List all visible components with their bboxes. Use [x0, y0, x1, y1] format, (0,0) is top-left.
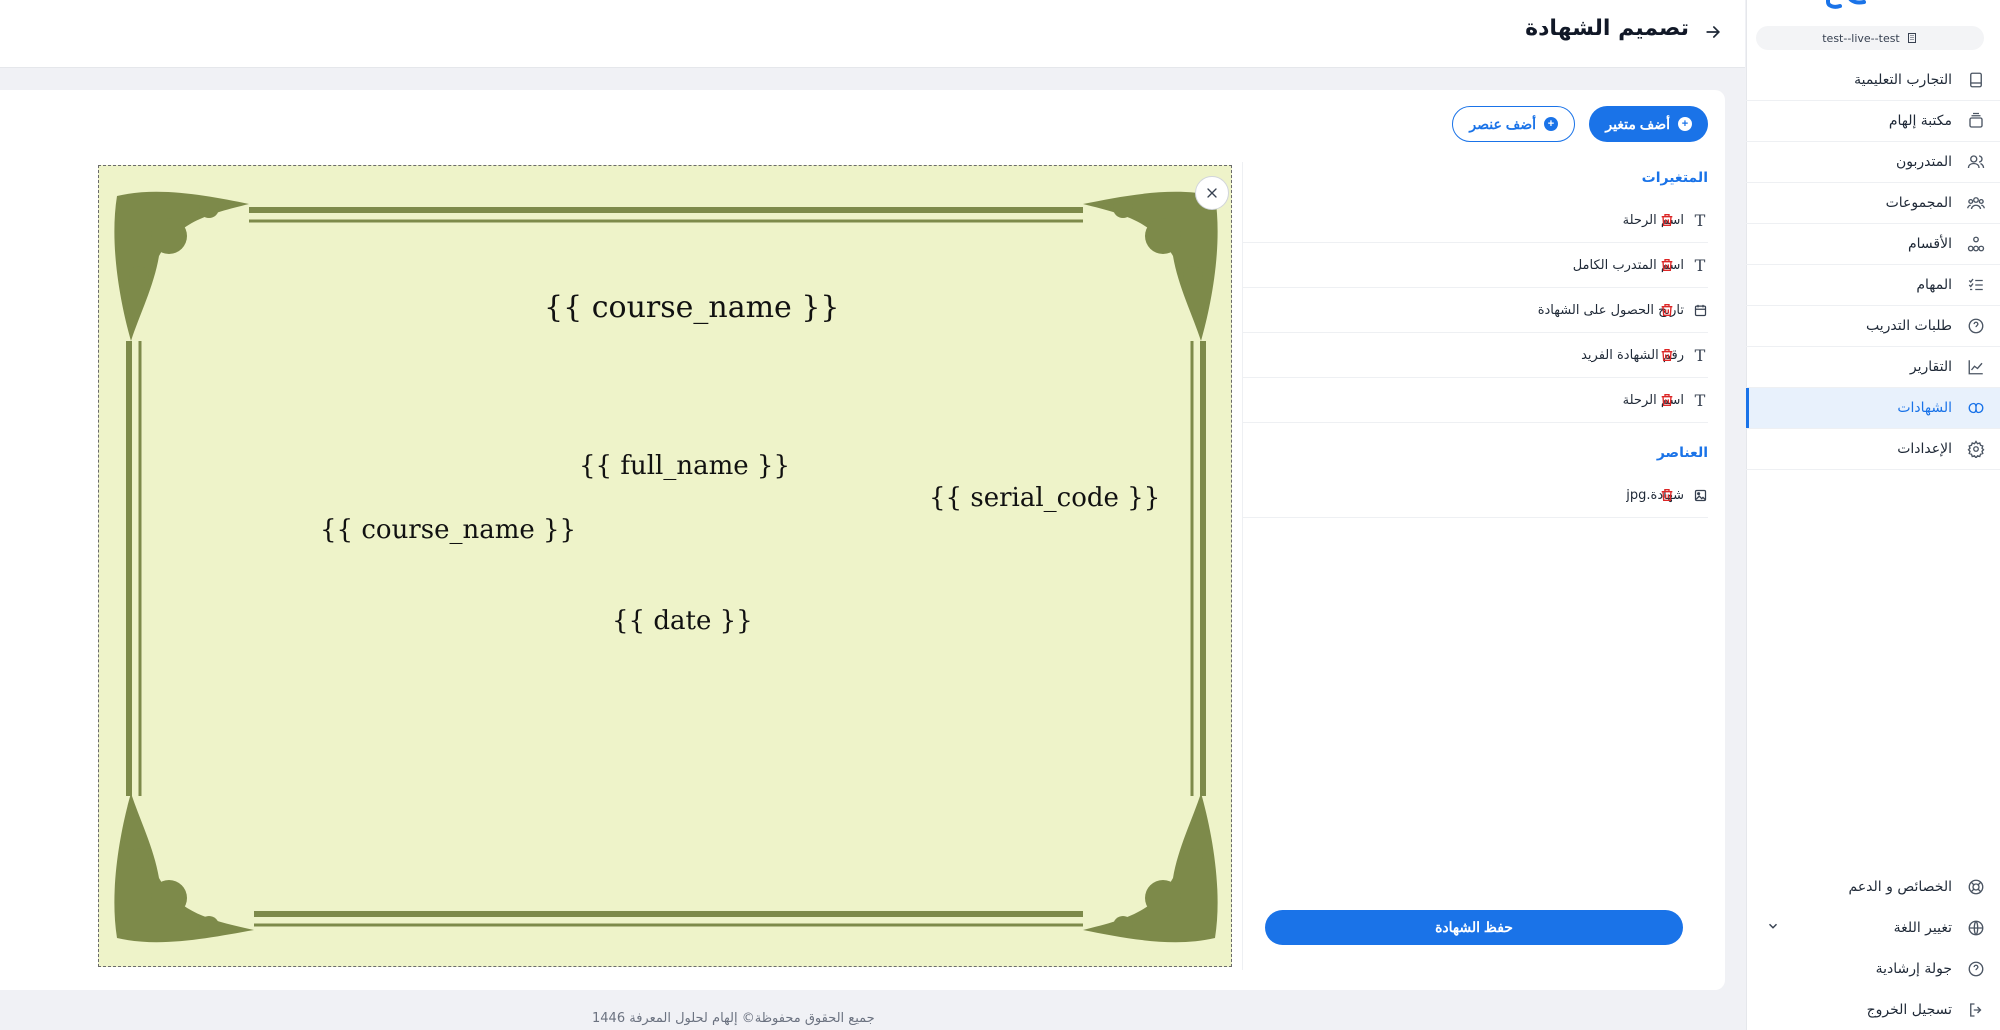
help-circle-icon: [1966, 959, 1986, 979]
sidebar-item-label: المتدربون: [1896, 154, 1952, 170]
building-icon: [1907, 33, 1916, 43]
lifebuoy-icon: [1966, 877, 1986, 897]
sidebar-item-label: تغيير اللغة: [1893, 919, 1952, 936]
sidebar-item-label: المجموعات: [1885, 195, 1952, 211]
tenant-name: test--live--test: [1822, 31, 1900, 45]
sidebar-item-label: الخصائص و الدعم: [1848, 878, 1952, 895]
designer-card: + أضف متغير + أضف عنصر المتغيرات T اسم ا…: [0, 90, 1725, 990]
group-icon: [1966, 193, 1986, 213]
variable-row[interactable]: T اسم المتدرب الكامل: [1243, 243, 1708, 288]
back-arrow-icon[interactable]: [1703, 22, 1723, 42]
calendar-icon: [1692, 302, 1708, 318]
certificate-canvas[interactable]: {{ course_name }} {{ full_name }} {{ ser…: [98, 165, 1232, 967]
trash-icon[interactable]: [1659, 347, 1675, 363]
sidebar: test--live--test التجارب التعليمية مكتبة…: [1746, 0, 2000, 1030]
tasks-icon: [1966, 275, 1986, 295]
sidebar-item-groups[interactable]: المجموعات: [1746, 183, 2000, 224]
sidebar-item-support[interactable]: الخصائص و الدعم: [1746, 866, 2000, 907]
elements-title: العناصر: [1656, 445, 1708, 461]
help-circle-icon: [1966, 316, 1986, 336]
tenant-switcher[interactable]: test--live--test: [1756, 26, 1984, 50]
text-type-icon: T: [1694, 390, 1706, 410]
chart-icon: [1966, 357, 1986, 377]
close-icon[interactable]: [1195, 176, 1229, 210]
text-type-icon: T: [1694, 210, 1706, 230]
placeholder-date[interactable]: {{ date }}: [612, 606, 753, 636]
placeholder-full-name[interactable]: {{ full_name }}: [579, 451, 790, 481]
variable-row[interactable]: T رقم الشهادة الفريد: [1243, 333, 1708, 378]
sidebar-item-label: جولة إرشادية: [1875, 960, 1952, 977]
placeholder-course-name-left[interactable]: {{ course_name }}: [320, 515, 576, 545]
sidebar-item-label: تسجيل الخروج: [1866, 1001, 1952, 1018]
sidebar-item-settings[interactable]: الإعدادات: [1746, 429, 2000, 470]
sidebar-item-logout[interactable]: تسجيل الخروج: [1746, 989, 2000, 1030]
add-variable-button[interactable]: + أضف متغير: [1589, 106, 1708, 142]
certificate-frame: [114, 191, 1218, 943]
sidebar-item-label: الشهادات: [1897, 400, 1952, 416]
placeholder-serial-code[interactable]: {{ serial_code }}: [929, 483, 1160, 513]
sidebar-item-reports[interactable]: التقارير: [1746, 347, 2000, 388]
footer-copyright: جميع الحقوق محفوظة© إلهام لحلول المعرفة …: [592, 1011, 875, 1026]
element-row[interactable]: شهادة.jpg: [1243, 473, 1708, 518]
library-icon: [1966, 111, 1986, 131]
sidebar-item-label: طلبات التدريب: [1865, 318, 1952, 334]
sidebar-item-learning-experiences[interactable]: التجارب التعليمية: [1746, 60, 2000, 101]
sidebar-item-training-requests[interactable]: طلبات التدريب: [1746, 306, 2000, 347]
sidebar-item-certificates[interactable]: الشهادات: [1746, 388, 2000, 429]
add-element-label: أضف عنصر: [1469, 115, 1536, 132]
sidebar-item-departments[interactable]: الأقسام: [1746, 224, 2000, 265]
certificate-icon: [1966, 398, 1986, 418]
text-type-icon: T: [1694, 345, 1706, 365]
plus-icon: +: [1678, 117, 1692, 131]
sidebar-item-label: الأقسام: [1908, 236, 1952, 252]
properties-panel: المتغيرات T اسم الرحلة T اسم المتدرب الك…: [1242, 162, 1708, 970]
sidebar-item-language[interactable]: تغيير اللغة: [1746, 907, 2000, 948]
placeholder-course-name-top[interactable]: {{ course_name }}: [544, 290, 840, 325]
sidebar-item-library[interactable]: مكتبة إلهام: [1746, 101, 2000, 142]
variable-row[interactable]: T اسم الرحلة: [1243, 378, 1708, 423]
brand-logo: [1826, 0, 1866, 9]
gear-icon: [1966, 439, 1986, 459]
globe-icon: [1966, 918, 1986, 938]
page-header: تصميم الشهادة: [0, 0, 1745, 68]
trash-icon[interactable]: [1659, 302, 1675, 318]
sidebar-item-label: المهام: [1916, 277, 1952, 293]
tablet-icon: [1966, 70, 1986, 90]
variable-row[interactable]: تاريخ الحصول على الشهادة: [1243, 288, 1708, 333]
trash-icon[interactable]: [1659, 487, 1675, 503]
add-element-button[interactable]: + أضف عنصر: [1452, 106, 1575, 142]
sidebar-item-label: مكتبة إلهام: [1888, 113, 1952, 129]
hierarchy-icon: [1966, 234, 1986, 254]
sidebar-nav: التجارب التعليمية مكتبة إلهام المتدربون …: [1746, 60, 2000, 470]
text-type-icon: T: [1694, 255, 1706, 275]
sidebar-item-trainees[interactable]: المتدربون: [1746, 142, 2000, 183]
chevron-down-icon[interactable]: [1766, 919, 1780, 933]
add-variable-label: أضف متغير: [1605, 115, 1670, 132]
sidebar-item-tasks[interactable]: المهام: [1746, 265, 2000, 306]
sidebar-item-label: الإعدادات: [1897, 441, 1952, 457]
save-certificate-button[interactable]: حفظ الشهادة: [1265, 910, 1683, 945]
trash-icon[interactable]: [1659, 392, 1675, 408]
variable-row[interactable]: T اسم الرحلة: [1243, 198, 1708, 243]
sidebar-bottom: الخصائص و الدعم تغيير اللغة جولة إرشادية…: [1746, 866, 2000, 1030]
trash-icon[interactable]: [1659, 212, 1675, 228]
variables-title: المتغيرات: [1641, 170, 1708, 186]
sidebar-item-label: التجارب التعليمية: [1854, 72, 1952, 88]
image-icon: [1692, 487, 1708, 503]
element-label: شهادة.jpg: [1626, 487, 1684, 503]
plus-icon: +: [1544, 117, 1558, 131]
page-title: تصميم الشهادة: [1525, 16, 1689, 41]
sidebar-item-guided-tour[interactable]: جولة إرشادية: [1746, 948, 2000, 989]
users-icon: [1966, 152, 1986, 172]
trash-icon[interactable]: [1659, 257, 1675, 273]
sidebar-item-label: التقارير: [1909, 359, 1952, 375]
logout-icon: [1966, 1000, 1986, 1020]
